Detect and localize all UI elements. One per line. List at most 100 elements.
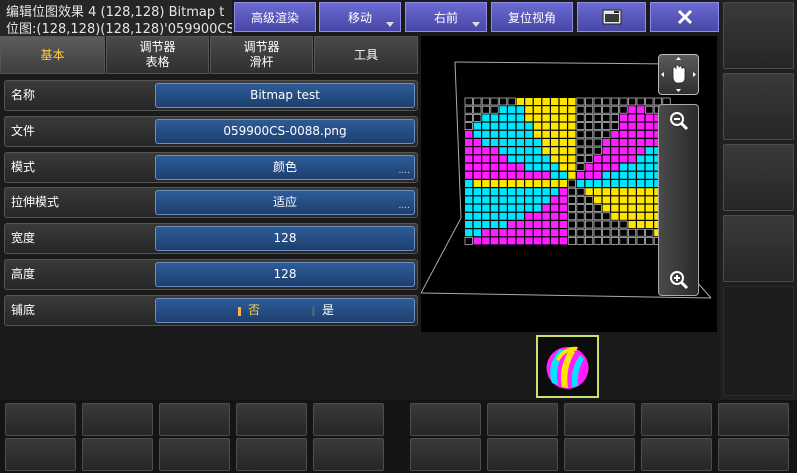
right-front-button[interactable]: 右前 <box>405 2 487 32</box>
move-button[interactable]: 移动 <box>319 2 401 32</box>
tile-option-no[interactable]: 否 <box>248 299 260 322</box>
tab-tools[interactable]: 工具 <box>314 36 418 74</box>
bitmap-pixel <box>628 147 636 155</box>
right-executor-cell[interactable] <box>723 215 794 282</box>
mode-select[interactable]: 颜色 .... <box>155 155 415 180</box>
executor-cell[interactable] <box>641 403 712 436</box>
pan-hand-icon <box>661 57 696 92</box>
bitmap-pixel <box>508 106 516 114</box>
bitmap-pixel <box>482 204 490 212</box>
bitmap-pixel <box>533 155 542 163</box>
window-menu-button[interactable] <box>577 2 646 32</box>
bitmap-pixel <box>585 196 594 204</box>
width-field[interactable]: 128 <box>155 226 415 251</box>
bitmap-pixel <box>516 147 524 155</box>
bitmap-pixel <box>490 147 499 155</box>
bitmap-pixel <box>585 204 594 212</box>
bitmap-pixel <box>645 147 653 155</box>
bitmap-pixel <box>482 147 490 155</box>
executor-cell[interactable] <box>236 403 307 436</box>
tab-basic[interactable]: 基本 <box>0 36 105 74</box>
bitmap-pixel <box>482 229 490 237</box>
executor-cell[interactable] <box>236 438 307 471</box>
bitmap-pixel <box>499 212 507 220</box>
bitmap-pixel <box>482 139 490 146</box>
bitmap-pixel <box>645 122 653 130</box>
bitmap-pixel <box>593 204 602 212</box>
bitmap-pixel <box>645 139 653 146</box>
bitmap-pixel <box>533 163 542 171</box>
reset-view-button[interactable]: 复位视角 <box>491 2 573 32</box>
bitmap-pixel <box>593 97 602 106</box>
bitmap-pixel <box>567 196 576 204</box>
executor-cell[interactable] <box>564 403 635 436</box>
pan-control[interactable] <box>658 54 699 95</box>
bitmap-pixel <box>576 220 585 229</box>
bitmap-thumbnail[interactable] <box>536 335 599 398</box>
bitmap-pixel <box>490 130 499 138</box>
executor-cell[interactable] <box>641 438 712 471</box>
executor-cell[interactable] <box>487 403 558 436</box>
bitmap-pixel <box>499 106 507 114</box>
executor-cell[interactable] <box>82 438 153 471</box>
tab-adjuster-slider[interactable]: 调节器 滑杆 <box>210 36 313 74</box>
right-executor-cell[interactable] <box>723 73 794 140</box>
bitmap-pixel <box>499 97 508 106</box>
bitmap-pixel <box>628 130 636 138</box>
executor-cell[interactable] <box>5 403 76 436</box>
bitmap-pixel <box>585 130 594 139</box>
height-label: 高度 <box>11 267 36 281</box>
stretch-mode-select[interactable]: 适应 .... <box>155 190 415 215</box>
bitmap-pixel <box>490 212 499 220</box>
executor-cell[interactable] <box>159 438 230 471</box>
executor-cell[interactable] <box>564 438 635 471</box>
bitmap-pixel <box>465 139 473 146</box>
advanced-render-button[interactable]: 高级渲染 <box>234 2 316 32</box>
right-executor-cell[interactable] <box>723 2 794 69</box>
executor-cell[interactable] <box>487 438 558 471</box>
bitmap-pixel <box>551 237 559 245</box>
bitmap-pixel <box>559 221 567 228</box>
bitmap-pixel <box>516 221 524 228</box>
name-field[interactable]: Bitmap test <box>155 83 415 108</box>
file-field[interactable]: 059900CS-0088.png <box>155 119 415 144</box>
dropdown-dots-icon: .... <box>398 166 410 176</box>
bitmap-pixel <box>637 196 645 204</box>
bitmap-pixel <box>525 196 533 204</box>
bitmap-pixel <box>610 97 619 106</box>
close-button[interactable] <box>650 2 719 32</box>
tab-adjuster-table[interactable]: 调节器 表格 <box>106 36 209 74</box>
zoom-slider[interactable] <box>658 104 699 296</box>
zoom-in-icon[interactable] <box>668 269 690 291</box>
bitmap-pixel <box>576 187 585 196</box>
window-menu-icon <box>602 9 621 25</box>
bitmap-pixel <box>567 220 576 229</box>
zoom-out-icon[interactable] <box>668 110 690 132</box>
executor-cell[interactable] <box>410 438 481 471</box>
tile-option-yes[interactable]: 是 <box>322 299 334 322</box>
bitmap-pixel <box>628 212 636 220</box>
executor-cell[interactable] <box>313 403 384 436</box>
bitmap-pixel <box>542 229 550 237</box>
executor-cell[interactable] <box>159 403 230 436</box>
height-field[interactable]: 128 <box>155 262 415 287</box>
executor-cell[interactable] <box>718 403 789 436</box>
tile-toggle[interactable]: 否 是 <box>155 298 415 323</box>
bitmap-pixel <box>593 105 602 114</box>
executor-cell[interactable] <box>82 403 153 436</box>
right-front-label: 右前 <box>433 10 458 25</box>
bitmap-pixel <box>473 147 481 155</box>
executor-cell[interactable] <box>410 403 481 436</box>
toggle-indicator <box>312 307 315 316</box>
bitmap-pixel <box>602 237 611 245</box>
executor-cell[interactable] <box>313 438 384 471</box>
bitmap-pixel <box>499 204 507 212</box>
right-executor-cell[interactable] <box>723 144 794 211</box>
bitmap-pixel <box>508 171 516 179</box>
executor-cell[interactable] <box>5 438 76 471</box>
bitmap-pixel <box>508 221 516 228</box>
bitmap-pixel <box>533 171 542 179</box>
bitmap-pixel <box>619 212 628 220</box>
bitmap-pixel <box>602 163 610 171</box>
executor-cell[interactable] <box>718 438 789 471</box>
